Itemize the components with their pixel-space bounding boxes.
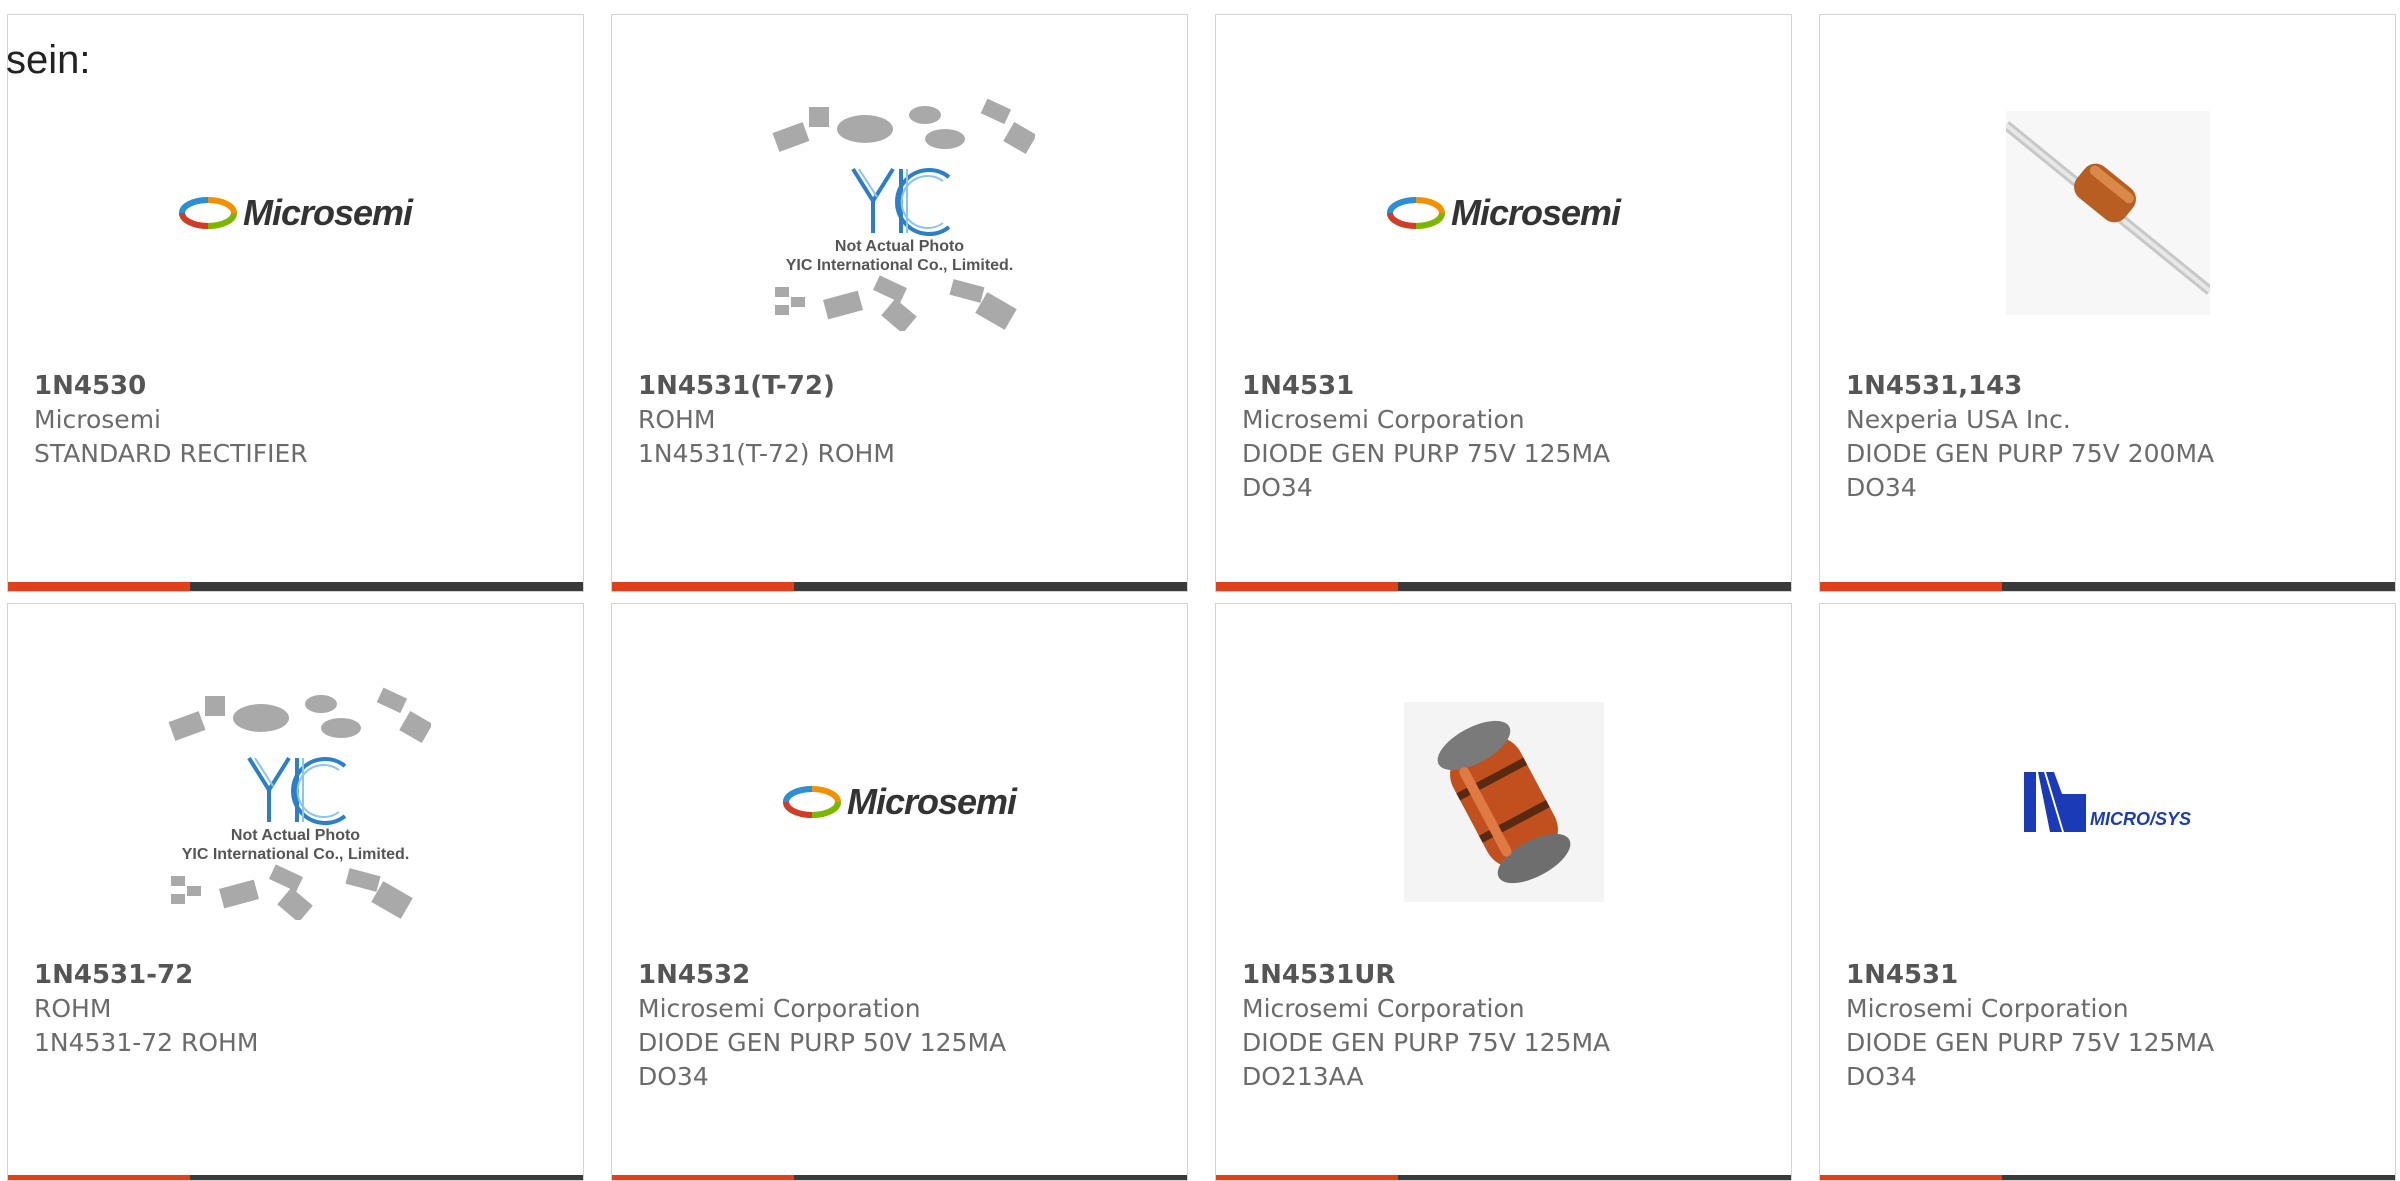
product-image <box>1820 73 2395 353</box>
card-bar <box>8 1175 583 1180</box>
description: DIODE GEN PURP 75V 125MA <box>1242 439 1611 468</box>
microsemi-logo: Microsemi <box>178 192 413 234</box>
product-image: Not Actual Photo YIC International Co., … <box>8 662 583 942</box>
yic-caption-line2: YIC International Co., Limited. <box>181 846 410 863</box>
intro-text: sein: <box>6 38 91 82</box>
yic-placeholder-image: Not Actual Photo YIC International Co., … <box>161 684 431 920</box>
package: DO213AA <box>1242 1062 1364 1091</box>
manufacturer: ROHM <box>34 994 112 1023</box>
axial-diode-photo <box>2005 111 2210 315</box>
description: 1N4531-72 ROHM <box>34 1028 259 1057</box>
description: DIODE GEN PURP 75V 125MA <box>1846 1028 2215 1057</box>
card-bar <box>1820 1175 2395 1180</box>
description: DIODE GEN PURP 75V 200MA <box>1846 439 2215 468</box>
microsys-logo-mark <box>2023 772 2086 832</box>
part-number: 1N4531 <box>1846 960 1959 990</box>
package: DO34 <box>1242 473 1313 502</box>
melf-diode-photo <box>1403 702 1604 902</box>
product-card[interactable]: 1N4531UR Microsemi Corporation DIODE GEN… <box>1215 603 1792 1181</box>
product-card[interactable]: Not Actual Photo YIC International Co., … <box>7 603 584 1181</box>
card-bar <box>8 582 583 591</box>
part-number: 1N4531,143 <box>1846 371 2023 401</box>
package: DO34 <box>638 1062 709 1091</box>
chip-packages-icon <box>168 687 431 744</box>
product-card[interactable]: MICRO/SYS 1N4531 Microsemi Corporation D… <box>1819 603 2396 1181</box>
microsemi-logo: Microsemi <box>782 781 1017 823</box>
manufacturer: Nexperia USA Inc. <box>1846 405 2071 434</box>
product-image: Not Actual Photo YIC International Co., … <box>612 73 1187 353</box>
yic-logo-mark <box>246 756 346 825</box>
product-card[interactable]: Not Actual Photo YIC International Co., … <box>611 14 1188 592</box>
product-image: MICRO/SYS <box>1820 662 2395 942</box>
yic-caption-line1: Not Actual Photo <box>834 238 965 255</box>
product-image: Microsemi <box>8 73 583 353</box>
description: STANDARD RECTIFIER <box>34 439 308 468</box>
manufacturer: Microsemi Corporation <box>1242 994 1525 1023</box>
yic-placeholder-image: Not Actual Photo YIC International Co., … <box>765 95 1035 331</box>
description: DIODE GEN PURP 75V 125MA <box>1242 1028 1611 1057</box>
microsemi-logo-text: Microsemi <box>242 192 413 233</box>
chip-packages-icon <box>774 275 1017 331</box>
card-bar <box>1820 582 2395 591</box>
card-bar <box>612 582 1187 591</box>
manufacturer: ROHM <box>638 405 716 434</box>
manufacturer: Microsemi Corporation <box>638 994 921 1023</box>
manufacturer: Microsemi <box>34 405 161 434</box>
product-image: Microsemi <box>1216 73 1791 353</box>
part-number: 1N4532 <box>638 960 751 990</box>
microsys-logo-text: MICRO/SYS <box>2089 809 2191 829</box>
product-card[interactable]: Microsemi 1N4532 Microsemi Corporation D… <box>611 603 1188 1181</box>
part-number: 1N4530 <box>34 371 147 401</box>
microsemi-logo-text: Microsemi <box>1450 192 1621 233</box>
description: DIODE GEN PURP 50V 125MA <box>638 1028 1007 1057</box>
product-card[interactable]: 1N4531,143 Nexperia USA Inc. DIODE GEN P… <box>1819 14 2396 592</box>
chip-packages-icon <box>772 98 1035 155</box>
part-number: 1N4531UR <box>1242 960 1396 990</box>
microsys-logo: MICRO/SYS <box>2023 772 2191 832</box>
product-card[interactable]: Microsemi 1N4531 Microsemi Corporation D… <box>1215 14 1792 592</box>
microsemi-logo-text: Microsemi <box>846 781 1017 822</box>
part-number: 1N4531-72 <box>34 960 194 990</box>
manufacturer: Microsemi Corporation <box>1846 994 2129 1023</box>
card-bar <box>1216 582 1791 591</box>
yic-logo-mark <box>850 167 950 236</box>
package: DO34 <box>1846 1062 1917 1091</box>
microsemi-logo: Microsemi <box>1386 192 1621 234</box>
part-number: 1N4531 <box>1242 371 1355 401</box>
yic-caption-line1: Not Actual Photo <box>230 827 361 844</box>
product-grid: Microsemi 1N4530 Microsemi STANDARD RECT… <box>0 0 2400 1181</box>
chip-packages-icon <box>170 864 413 920</box>
card-bar <box>1216 1175 1791 1180</box>
card-bar <box>612 1175 1187 1180</box>
product-card[interactable]: Microsemi 1N4530 Microsemi STANDARD RECT… <box>7 14 584 592</box>
description: 1N4531(T-72) ROHM <box>638 439 895 468</box>
product-image: Microsemi <box>612 662 1187 942</box>
yic-caption-line2: YIC International Co., Limited. <box>785 257 1014 274</box>
part-number: 1N4531(T-72) <box>638 371 835 401</box>
manufacturer: Microsemi Corporation <box>1242 405 1525 434</box>
package: DO34 <box>1846 473 1917 502</box>
product-image <box>1216 662 1791 942</box>
